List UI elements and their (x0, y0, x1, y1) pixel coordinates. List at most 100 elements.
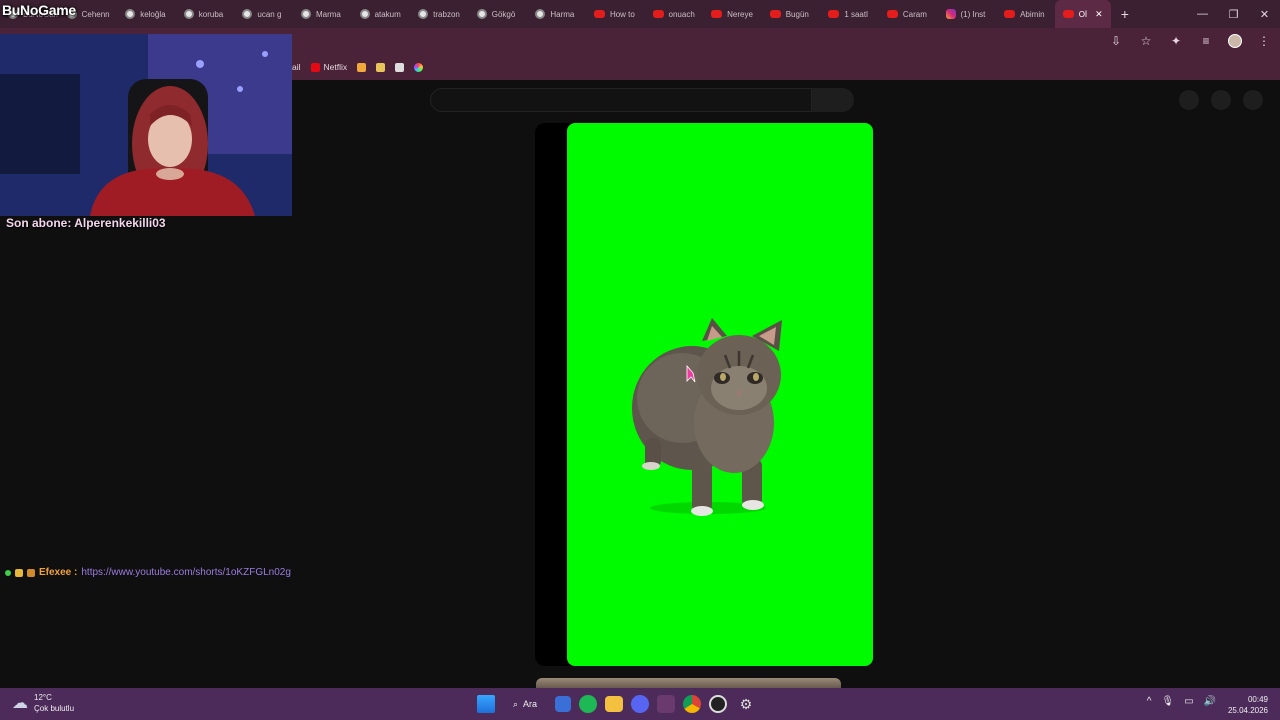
app-icon[interactable] (657, 695, 676, 713)
volume-icon[interactable]: 🔊 (1204, 696, 1216, 707)
star-icon[interactable]: ☆ (1138, 34, 1154, 48)
tab[interactable]: koruba (176, 0, 235, 28)
tab-label: atakum (374, 9, 401, 19)
bookmark-item[interactable] (357, 62, 367, 72)
tab-strip: BuNoGame Cehenn keloğla koruba ucan g Marma at… (0, 0, 1280, 28)
youtube-icon (1062, 10, 1074, 18)
notifications-icon[interactable] (1211, 90, 1231, 110)
microphone-icon[interactable]: 🎙 (1161, 696, 1174, 707)
spotify-icon[interactable] (579, 695, 598, 713)
taskbar: ☁ 12°C Çok bulutlu ⌕ Ara ⚙ ^ 🎙 ▭ 🔊 00:49 (0, 688, 1280, 720)
search-label: Ara (523, 699, 538, 709)
settings-icon[interactable]: ⚙ (735, 693, 757, 715)
chat-link: https://www.youtube.com/shorts/1oKZFGLn0… (81, 567, 291, 578)
weather-temp: 12°C (34, 693, 52, 702)
system-tray: ^ 🎙 ▭ 🔊 (1147, 696, 1216, 707)
tab[interactable]: Nereye (703, 0, 762, 28)
bookmark-item[interactable] (414, 62, 424, 72)
tab[interactable]: atakum (352, 0, 411, 28)
google-icon (535, 9, 546, 19)
tab[interactable]: How to (586, 0, 645, 28)
chrome-icon[interactable] (683, 695, 702, 713)
youtube-icon (652, 10, 664, 18)
cloud-icon: ☁ (12, 695, 28, 712)
tab[interactable]: ucan g (234, 0, 293, 28)
webcam-overlay (0, 34, 292, 216)
start-icon[interactable] (477, 695, 495, 713)
google-icon (476, 9, 487, 19)
online-dot-icon (5, 569, 11, 576)
youtube-icon (1004, 10, 1016, 18)
search-button[interactable] (812, 88, 854, 112)
create-icon[interactable] (1179, 90, 1199, 110)
account-avatar[interactable] (1243, 90, 1263, 110)
file-explorer-icon[interactable] (605, 696, 624, 712)
google-icon (183, 9, 194, 19)
discord-icon[interactable] (631, 695, 650, 713)
youtube-icon (886, 10, 898, 18)
google-icon (242, 9, 253, 19)
tab-label: Oİ (1078, 9, 1088, 19)
google-icon (125, 9, 136, 19)
tab[interactable]: Gökgö (469, 0, 528, 28)
stream-brand-logo: BuNoGame (2, 2, 76, 18)
tab-active[interactable]: Oİ ✕ (1054, 0, 1111, 28)
close-tab-icon[interactable]: ✕ (1095, 9, 1103, 20)
restore-button[interactable]: ❐ (1218, 8, 1249, 21)
weather-desc: Çok bulutlu (34, 704, 75, 713)
chevron-up-icon[interactable]: ^ (1147, 696, 1152, 707)
tab-label: Abimin (1020, 9, 1045, 19)
screen: BuNoGame Cehenn keloğla koruba ucan g Marma at… (0, 0, 1280, 720)
tab[interactable]: onuach (645, 0, 704, 28)
grid-bookmark-icon (376, 62, 386, 72)
tab[interactable]: Abimin (996, 0, 1055, 28)
bookmark-mail[interactable]: ail (292, 62, 301, 72)
tab[interactable]: Marma (293, 0, 352, 28)
clock-time: 00:49 (1247, 695, 1268, 704)
bookmark-item[interactable] (395, 62, 405, 72)
profile-avatar[interactable] (1228, 34, 1242, 48)
search-input[interactable] (430, 88, 812, 112)
taskbar-apps: ⌕ Ara ⚙ (477, 693, 757, 715)
tab-label: Harma (550, 9, 575, 19)
extensions-icon[interactable]: ✦ (1168, 34, 1184, 48)
tab[interactable]: 1 saatl (820, 0, 879, 28)
weather-widget[interactable]: ☁ 12°C Çok bulutlu (12, 692, 74, 714)
tab-label: onuach (668, 9, 695, 19)
short-video[interactable] (567, 123, 873, 666)
tab[interactable]: Bugün (762, 0, 821, 28)
bookmark-netflix[interactable]: Netflix (310, 62, 348, 72)
bookmark-item[interactable] (376, 62, 386, 72)
tab[interactable]: (1) Inst (938, 0, 997, 28)
youtube-icon (769, 10, 781, 18)
new-tab-button[interactable]: + (1111, 6, 1139, 22)
bookmark-label: Netflix (323, 62, 348, 72)
minimize-button[interactable]: — (1187, 8, 1218, 21)
clock[interactable]: 00:49 25.04.2026 (1228, 694, 1268, 716)
chat-username: Efexee : (39, 567, 78, 578)
close-window-button[interactable]: ✕ (1249, 8, 1280, 21)
tab-label: keloğla (140, 9, 166, 19)
tab-label: ucan g (257, 9, 282, 19)
task-view-icon[interactable] (555, 696, 572, 712)
cat-image (632, 318, 782, 516)
netflix-icon (310, 62, 320, 72)
youtube-icon (593, 10, 605, 18)
install-icon[interactable]: ⇩ (1108, 34, 1124, 48)
tab[interactable]: Caram (879, 0, 938, 28)
tab[interactable]: trabzon (410, 0, 469, 28)
tab-label: Caram (902, 9, 927, 19)
bookmark-label: ail (292, 62, 301, 72)
clock-date: 25.04.2026 (1227, 706, 1268, 715)
taskbar-search[interactable]: ⌕ Ara (503, 693, 547, 715)
streamer-image (0, 34, 292, 216)
obs-icon[interactable] (709, 695, 728, 713)
media-icon[interactable]: ≡ (1198, 34, 1214, 48)
network-icon[interactable]: ▭ (1184, 696, 1193, 707)
tab[interactable]: keloğla (117, 0, 176, 28)
chat-badge-icon (27, 568, 35, 577)
apps-icon (395, 62, 405, 72)
tab-label: 1 saatl (844, 9, 868, 19)
tab[interactable]: Harma (527, 0, 586, 28)
menu-icon[interactable]: ⋮ (1256, 34, 1272, 48)
